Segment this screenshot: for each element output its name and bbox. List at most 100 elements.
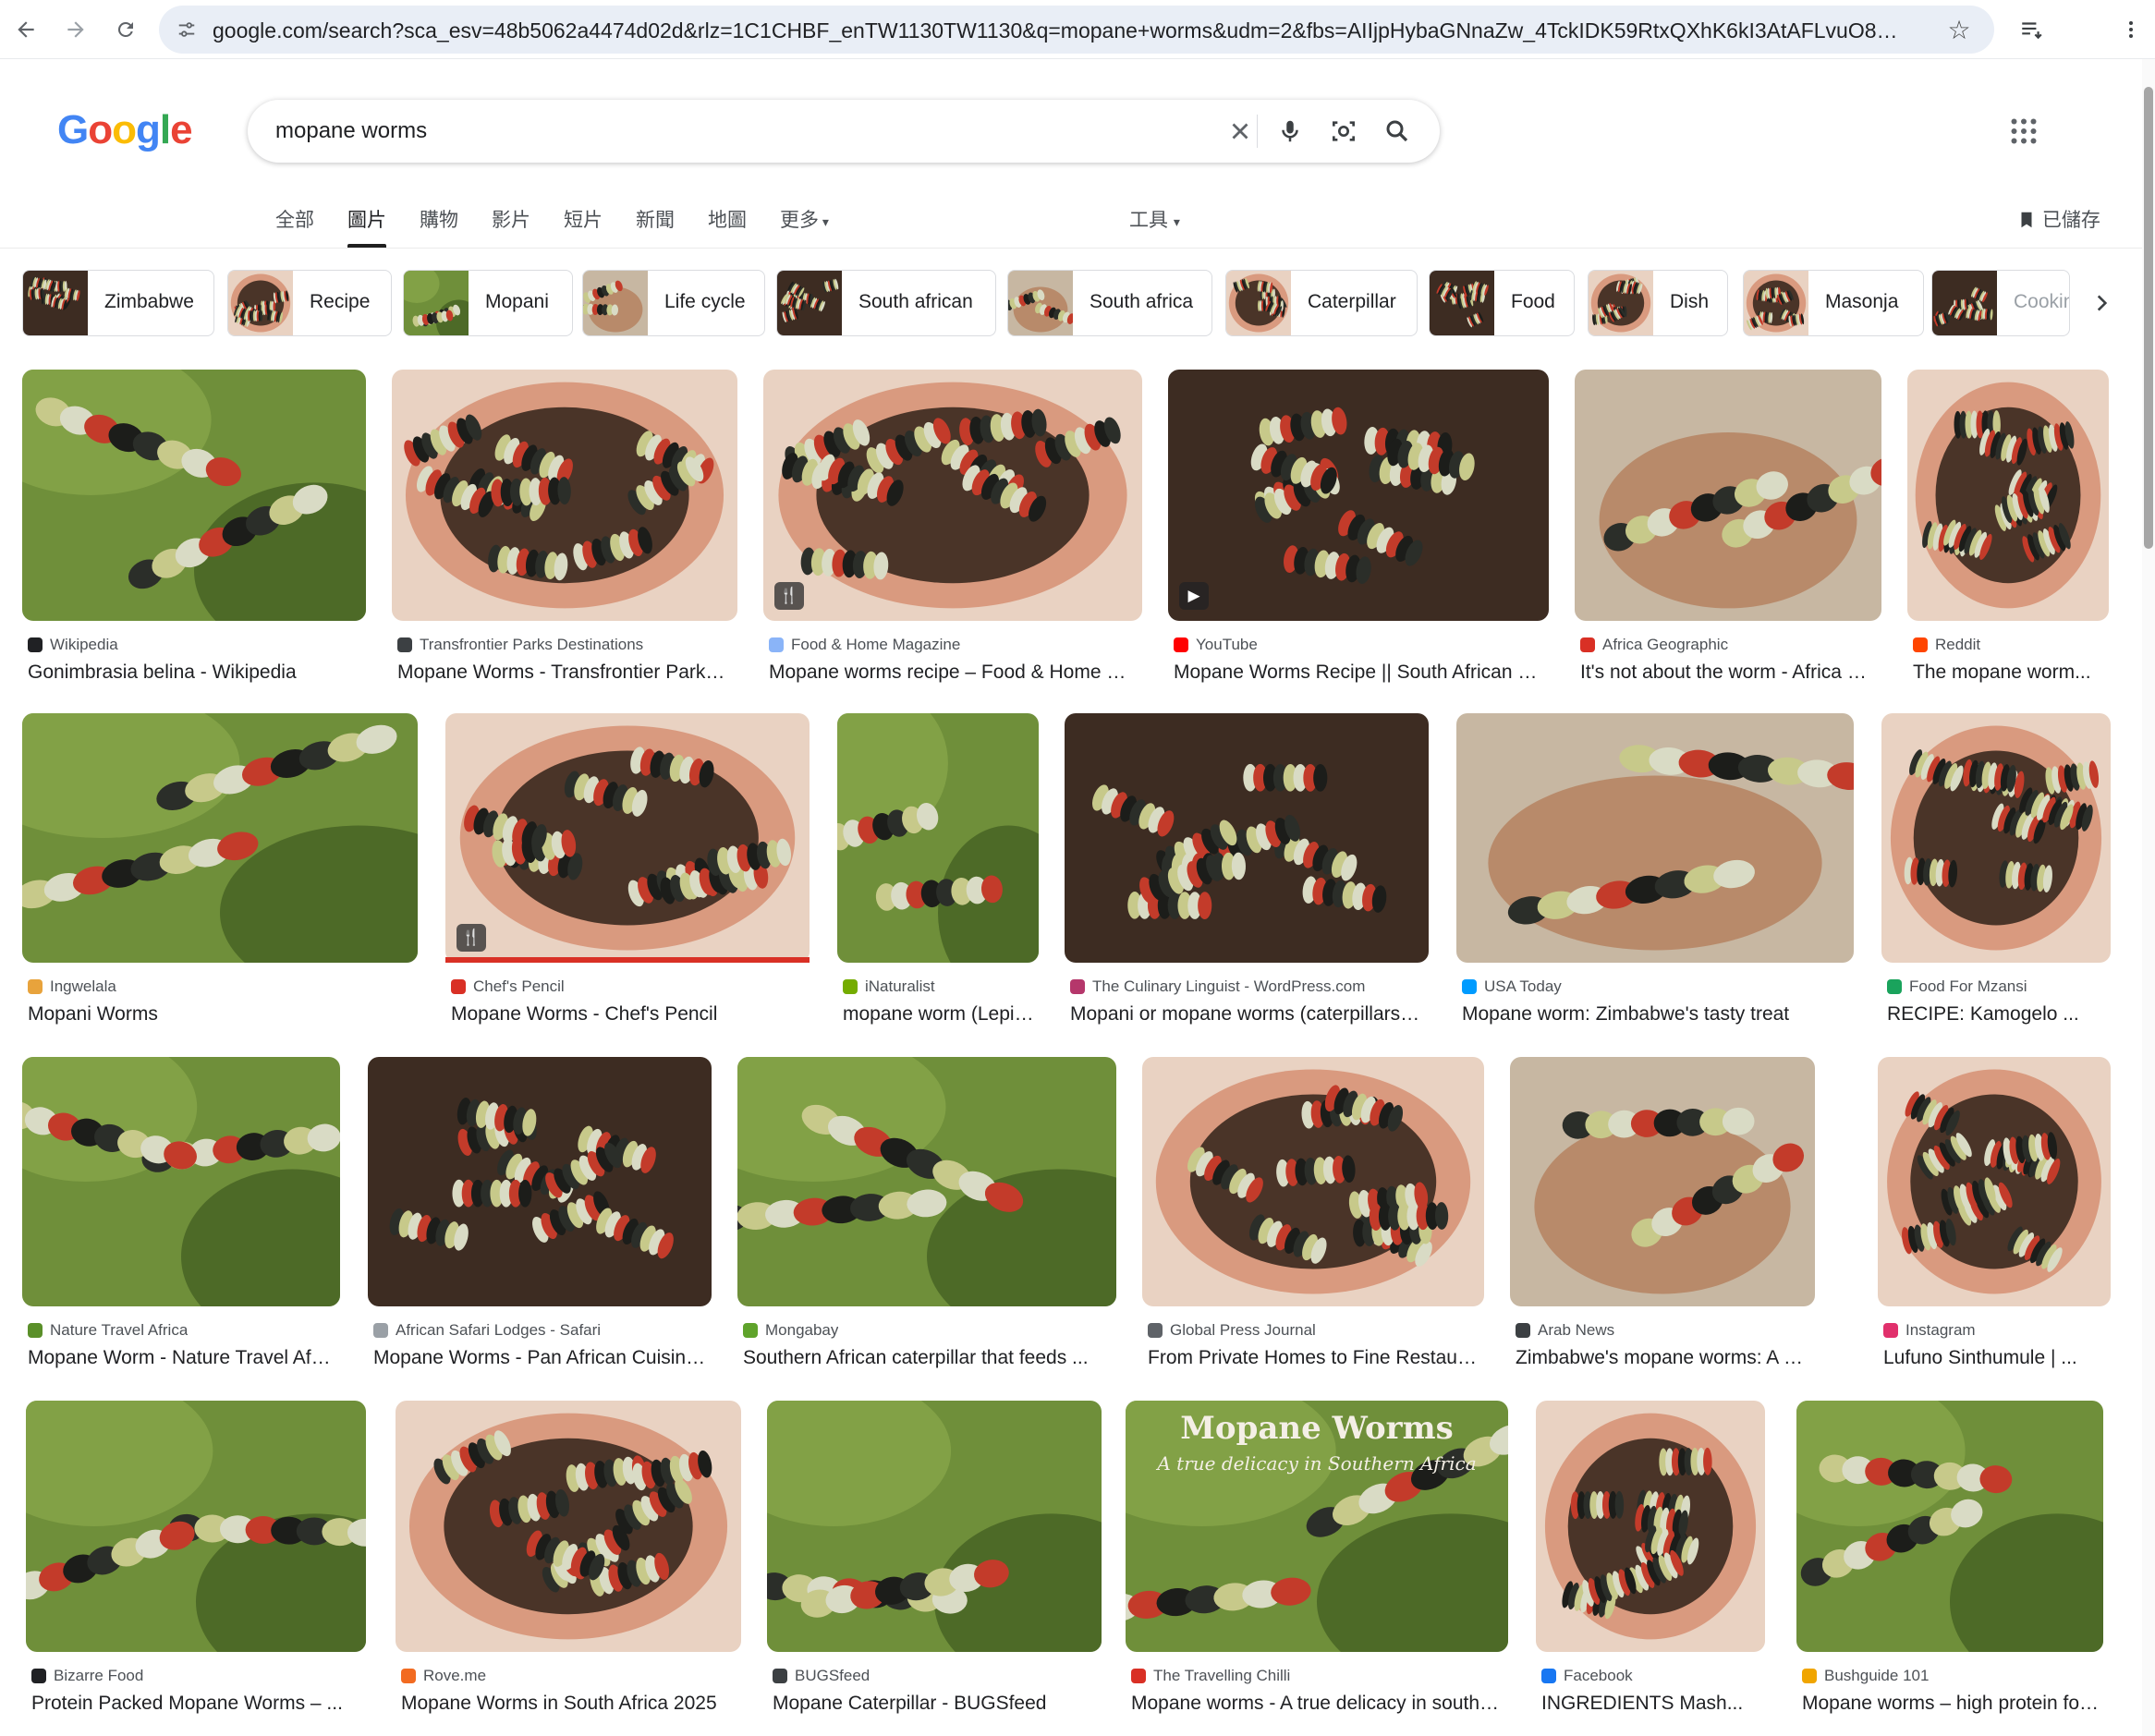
result-title[interactable]: Southern African caterpillar that feeds … [743,1347,1113,1369]
result-thumbnail[interactable] [1881,713,2111,963]
forward-button[interactable] [55,9,96,50]
result-source[interactable]: Bizarre Food [31,1667,366,1685]
result-source[interactable]: Mongabay [743,1321,1116,1340]
result-thumbnail[interactable] [1456,713,1854,963]
result-thumbnail[interactable] [368,1057,712,1306]
result-thumbnail[interactable] [737,1057,1116,1306]
result-source[interactable]: African Safari Lodges - Safari [373,1321,712,1340]
image-result[interactable]: African Safari Lodges - Safari Mopane Wor… [368,1057,712,1408]
result-source[interactable]: YouTube [1174,636,1549,654]
result-thumbnail[interactable] [767,1401,1102,1652]
chip-mopani[interactable]: Mopani [403,270,573,336]
result-thumbnail[interactable] [1510,1057,1815,1306]
image-result[interactable]: Wikipedia Gonimbrasia belina - Wikipedia [22,370,366,722]
browser-menu-button[interactable] [2111,9,2151,50]
result-title[interactable]: RECIPE: Kamogelo ... [1887,1003,2107,1026]
result-thumbnail[interactable] [1142,1057,1484,1306]
result-thumbnail[interactable] [1065,713,1429,963]
back-button[interactable] [6,9,46,50]
image-result[interactable]: Rove.me Mopane Worms in South Africa 2025 [396,1401,741,1736]
result-source[interactable]: Food For Mzansi [1887,977,2111,996]
image-result[interactable]: Transfrontier Parks Destinations Mopane W… [392,370,737,722]
result-title[interactable]: Mopane Worm - Nature Travel Africa [28,1347,336,1369]
chip-food[interactable]: Food [1429,270,1575,336]
tab-2[interactable]: 購物 [420,205,458,248]
result-thumbnail[interactable] [26,1401,366,1652]
result-thumbnail[interactable] [1168,370,1549,621]
image-result[interactable]: Global Press Journal From Private Homes t… [1142,1057,1484,1408]
lens-search-button[interactable] [1325,113,1362,150]
saved-button[interactable]: 已儲存 [2016,205,2100,233]
result-thumbnail[interactable] [1536,1401,1765,1652]
image-result[interactable]: Bizarre Food Protein Packed Mopane Worms … [26,1401,366,1736]
tab-5[interactable]: 新聞 [636,205,675,248]
image-result[interactable]: Instagram Lufuno Sinthumule | ... [1878,1057,2111,1408]
tab-7[interactable]: 更多 ▾ [780,205,829,248]
search-box[interactable]: mopane worms [248,100,1440,163]
result-title[interactable]: INGREDIENTS Mash... [1541,1693,1761,1715]
result-thumbnail[interactable] [445,713,810,963]
image-result[interactable]: Reddit The mopane worm... [1907,370,2109,722]
result-title[interactable]: Mopane worms recipe – Food & Home Magazi… [769,662,1138,684]
result-thumbnail[interactable] [1575,370,1881,621]
result-title[interactable]: Mopane Worms - Pan African Cuisine ... [373,1347,708,1369]
result-source[interactable]: Food & Home Magazine [769,636,1142,654]
result-source[interactable]: Global Press Journal [1148,1321,1484,1340]
chip-south-africa[interactable]: South africa [1007,270,1212,336]
chip-recipe[interactable]: Recipe [227,270,392,336]
result-thumbnail[interactable] [22,1057,340,1306]
result-source[interactable]: The Travelling Chilli [1131,1667,1508,1685]
chip-cookin[interactable]: Cookin [1931,270,2070,336]
tab-3[interactable]: 影片 [492,205,530,248]
voice-search-button[interactable] [1272,113,1309,150]
tab-1[interactable]: 圖片 [347,205,386,248]
address-bar[interactable]: google.com/search?sca_esv=48b5062a4474d0… [159,6,1994,54]
bookmark-star-icon[interactable]: ☆ [1942,13,1976,46]
result-thumbnail[interactable] [837,713,1039,963]
result-source[interactable]: BUGSfeed [773,1667,1102,1685]
result-title[interactable]: Mopane worm: Zimbabwe's tasty treat [1462,1003,1850,1026]
result-source[interactable]: Africa Geographic [1580,636,1881,654]
result-title[interactable]: Mopani Worms [28,1003,414,1026]
result-source[interactable]: iNaturalist [843,977,1039,996]
result-source[interactable]: Nature Travel Africa [28,1321,340,1340]
result-title[interactable]: Mopane Worms - Transfrontier Parks Desti… [397,662,734,684]
result-title[interactable]: Mopane worms - A true delicacy in southe… [1131,1693,1504,1715]
image-result[interactable]: 🍴 Chef's Pencil Mopane Worms - Chef's Penc… [445,713,810,1064]
result-source[interactable]: USA Today [1462,977,1854,996]
result-thumbnail[interactable] [1907,370,2109,621]
result-source[interactable]: Facebook [1541,1667,1765,1685]
result-source[interactable]: Ingwelala [28,977,418,996]
result-title[interactable]: Mopane Worms in South Africa 2025 [401,1693,737,1715]
result-title[interactable]: It's not about the worm - Africa Geograp… [1580,662,1878,684]
google-logo[interactable]: Google [57,107,193,153]
result-title[interactable]: Protein Packed Mopane Worms – ... [31,1693,362,1715]
result-source[interactable]: The Culinary Linguist - WordPress.com [1070,977,1429,996]
chip-caterpillar[interactable]: Caterpillar [1225,270,1418,336]
result-source[interactable]: Wikipedia [28,636,366,654]
result-thumbnail[interactable] [22,713,418,963]
image-result[interactable]: Arab News Zimbabwe's mopane worms: A diet… [1510,1057,1815,1408]
result-source[interactable]: Chef's Pencil [451,977,810,996]
image-result[interactable]: ▶ YouTube Mopane Worms Recipe || South Afr… [1168,370,1549,722]
tab-4[interactable]: 短片 [564,205,603,248]
image-result[interactable]: iNaturalist mopane worm (Lepidoptera) [837,713,1039,1064]
site-info-icon[interactable] [172,15,201,44]
image-result[interactable]: Mongabay Southern African caterpillar tha… [737,1057,1116,1408]
clear-search-button[interactable] [1222,113,1259,150]
result-title[interactable]: Gonimbrasia belina - Wikipedia [28,662,362,684]
chip-zimbabwe[interactable]: Zimbabwe [22,270,214,336]
image-result[interactable]: Nature Travel Africa Mopane Worm - Nature… [22,1057,340,1408]
image-result[interactable]: Food For Mzansi RECIPE: Kamogelo ... [1881,713,2111,1064]
result-title[interactable]: Mopane Worms - Chef's Pencil [451,1003,806,1026]
result-title[interactable]: From Private Homes to Fine Restaurants .… [1148,1347,1480,1369]
result-source[interactable]: Reddit [1913,636,2109,654]
image-result[interactable]: Africa Geographic It's not about the worm… [1575,370,1881,722]
reading-list-button[interactable] [2011,9,2052,50]
result-title[interactable]: Mopani or mopane worms (caterpillars) ..… [1070,1003,1425,1026]
google-apps-button[interactable] [2007,115,2040,148]
result-title[interactable]: Mopane Worms Recipe || South African Foo… [1174,662,1545,684]
chip-south-african[interactable]: South african [776,270,996,336]
result-source[interactable]: Transfrontier Parks Destinations [397,636,737,654]
result-thumbnail[interactable] [392,370,737,621]
